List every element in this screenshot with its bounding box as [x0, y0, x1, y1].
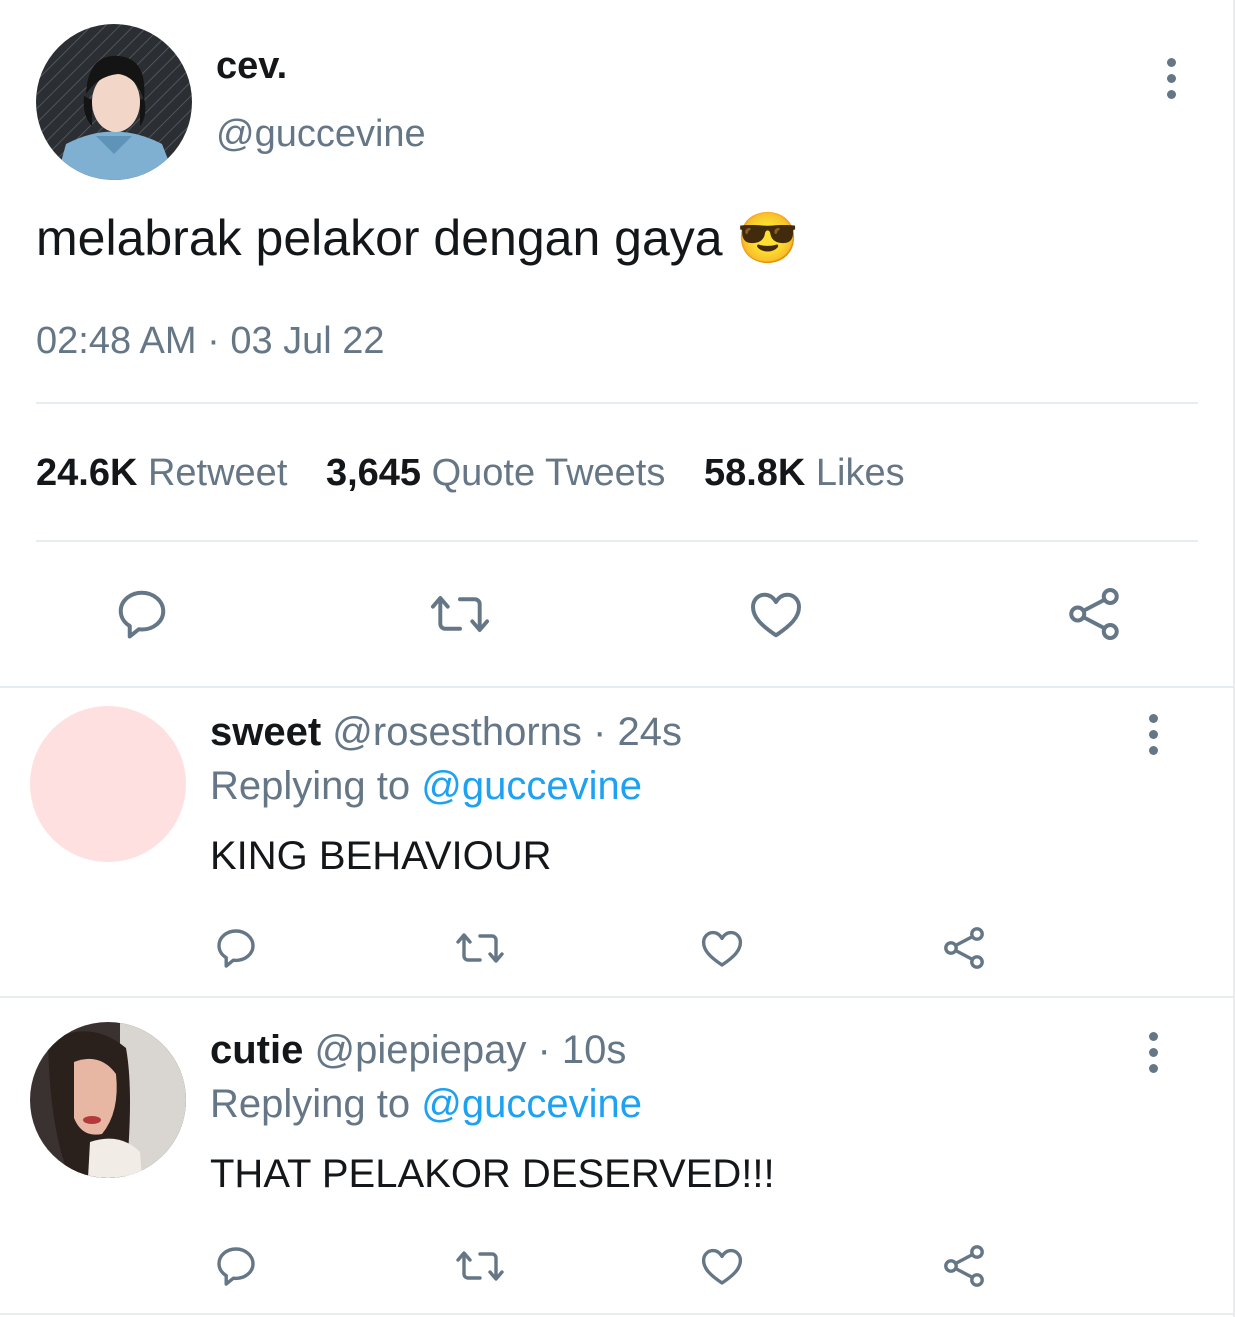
like-icon	[751, 592, 801, 638]
divider	[0, 1313, 1235, 1315]
reply-handle[interactable]: @piepiepay	[314, 1028, 526, 1072]
like-icon	[701, 1248, 743, 1285]
reply-button[interactable]	[212, 1242, 260, 1290]
retweet-button[interactable]	[428, 584, 492, 644]
reply-more-options[interactable]	[1143, 714, 1163, 755]
reply-time[interactable]: · 10s	[537, 1028, 626, 1072]
reply-button[interactable]	[112, 584, 172, 644]
reply-header: sweet @rosesthorns · 24s	[210, 708, 682, 756]
quotes-count: 3,645	[325, 452, 422, 494]
replying-to-prefix: Replying to	[210, 1082, 411, 1126]
tweet-text-content: melabrak pelakor dengan gaya	[36, 210, 723, 266]
more-icon	[1148, 714, 1158, 723]
quotes-label: Quote Tweets	[431, 452, 666, 494]
like-icon	[701, 930, 743, 967]
likes-count: 58.8K	[703, 452, 806, 494]
like-button[interactable]	[698, 1242, 746, 1290]
retweets-label: Retweet	[147, 452, 288, 494]
replying-to-prefix: Replying to	[210, 764, 411, 808]
more-icon	[1166, 58, 1176, 67]
author-handle[interactable]: @guccevine	[216, 112, 426, 156]
author-avatar[interactable]	[36, 24, 192, 180]
reply-button[interactable]	[212, 924, 260, 972]
tweet-text: melabrak pelakor dengan gaya 😎	[36, 208, 799, 268]
replying-to-handle[interactable]: @guccevine	[421, 764, 642, 808]
divider	[0, 996, 1235, 998]
share-icon	[944, 1245, 984, 1287]
divider	[0, 686, 1235, 688]
author-display-name[interactable]: cev.	[216, 44, 287, 88]
tweet-more-options[interactable]	[1161, 58, 1181, 99]
reply-icon	[217, 929, 255, 968]
reply-time[interactable]: · 24s	[593, 710, 682, 754]
reply-handle[interactable]: @rosesthorns	[332, 710, 582, 754]
retweet-icon	[456, 933, 504, 963]
tweet-stats: 24.6K Retweet 3,645 Quote Tweets 58.8K L…	[36, 450, 905, 496]
sunglasses-emoji: 😎	[736, 210, 799, 266]
share-button[interactable]	[1064, 584, 1124, 644]
replying-to: Replying to @guccevine	[210, 1080, 642, 1128]
like-button[interactable]	[746, 584, 806, 644]
reply-text: KING BEHAVIOUR	[210, 834, 552, 878]
retweet-button[interactable]	[454, 1242, 506, 1290]
like-button[interactable]	[698, 924, 746, 972]
replying-to-handle[interactable]: @guccevine	[421, 1082, 642, 1126]
likes-label: Likes	[815, 452, 905, 494]
reply-avatar[interactable]	[30, 1022, 186, 1178]
share-button[interactable]	[940, 924, 988, 972]
reply-avatar[interactable]	[30, 706, 186, 862]
reply-text: THAT PELAKOR DESERVED!!!	[210, 1152, 775, 1196]
reply-header: cutie @piepiepay · 10s	[210, 1026, 626, 1074]
retweet-button[interactable]	[454, 924, 506, 972]
retweet-icon	[456, 1251, 504, 1281]
divider	[36, 402, 1198, 404]
reply-icon	[118, 590, 166, 639]
replying-to: Replying to @guccevine	[210, 762, 642, 810]
quotes-stat[interactable]: 3,645 Quote Tweets	[326, 452, 676, 494]
share-icon	[1069, 588, 1119, 640]
reply-more-options[interactable]	[1143, 1032, 1163, 1073]
retweets-stat[interactable]: 24.6K Retweet	[36, 452, 298, 494]
share-icon	[944, 927, 984, 969]
share-button[interactable]	[940, 1242, 988, 1290]
tweet-timestamp[interactable]: 02:48 AM · 03 Jul 22	[36, 318, 385, 364]
retweets-count: 24.6K	[36, 452, 138, 494]
likes-stat[interactable]: 58.8K Likes	[704, 452, 905, 494]
reply-icon	[217, 1247, 255, 1286]
more-icon	[1148, 1032, 1158, 1041]
reply-display-name[interactable]: cutie	[210, 1028, 303, 1072]
divider	[36, 540, 1198, 542]
reply-display-name[interactable]: sweet	[210, 710, 321, 754]
retweet-icon	[430, 596, 490, 632]
